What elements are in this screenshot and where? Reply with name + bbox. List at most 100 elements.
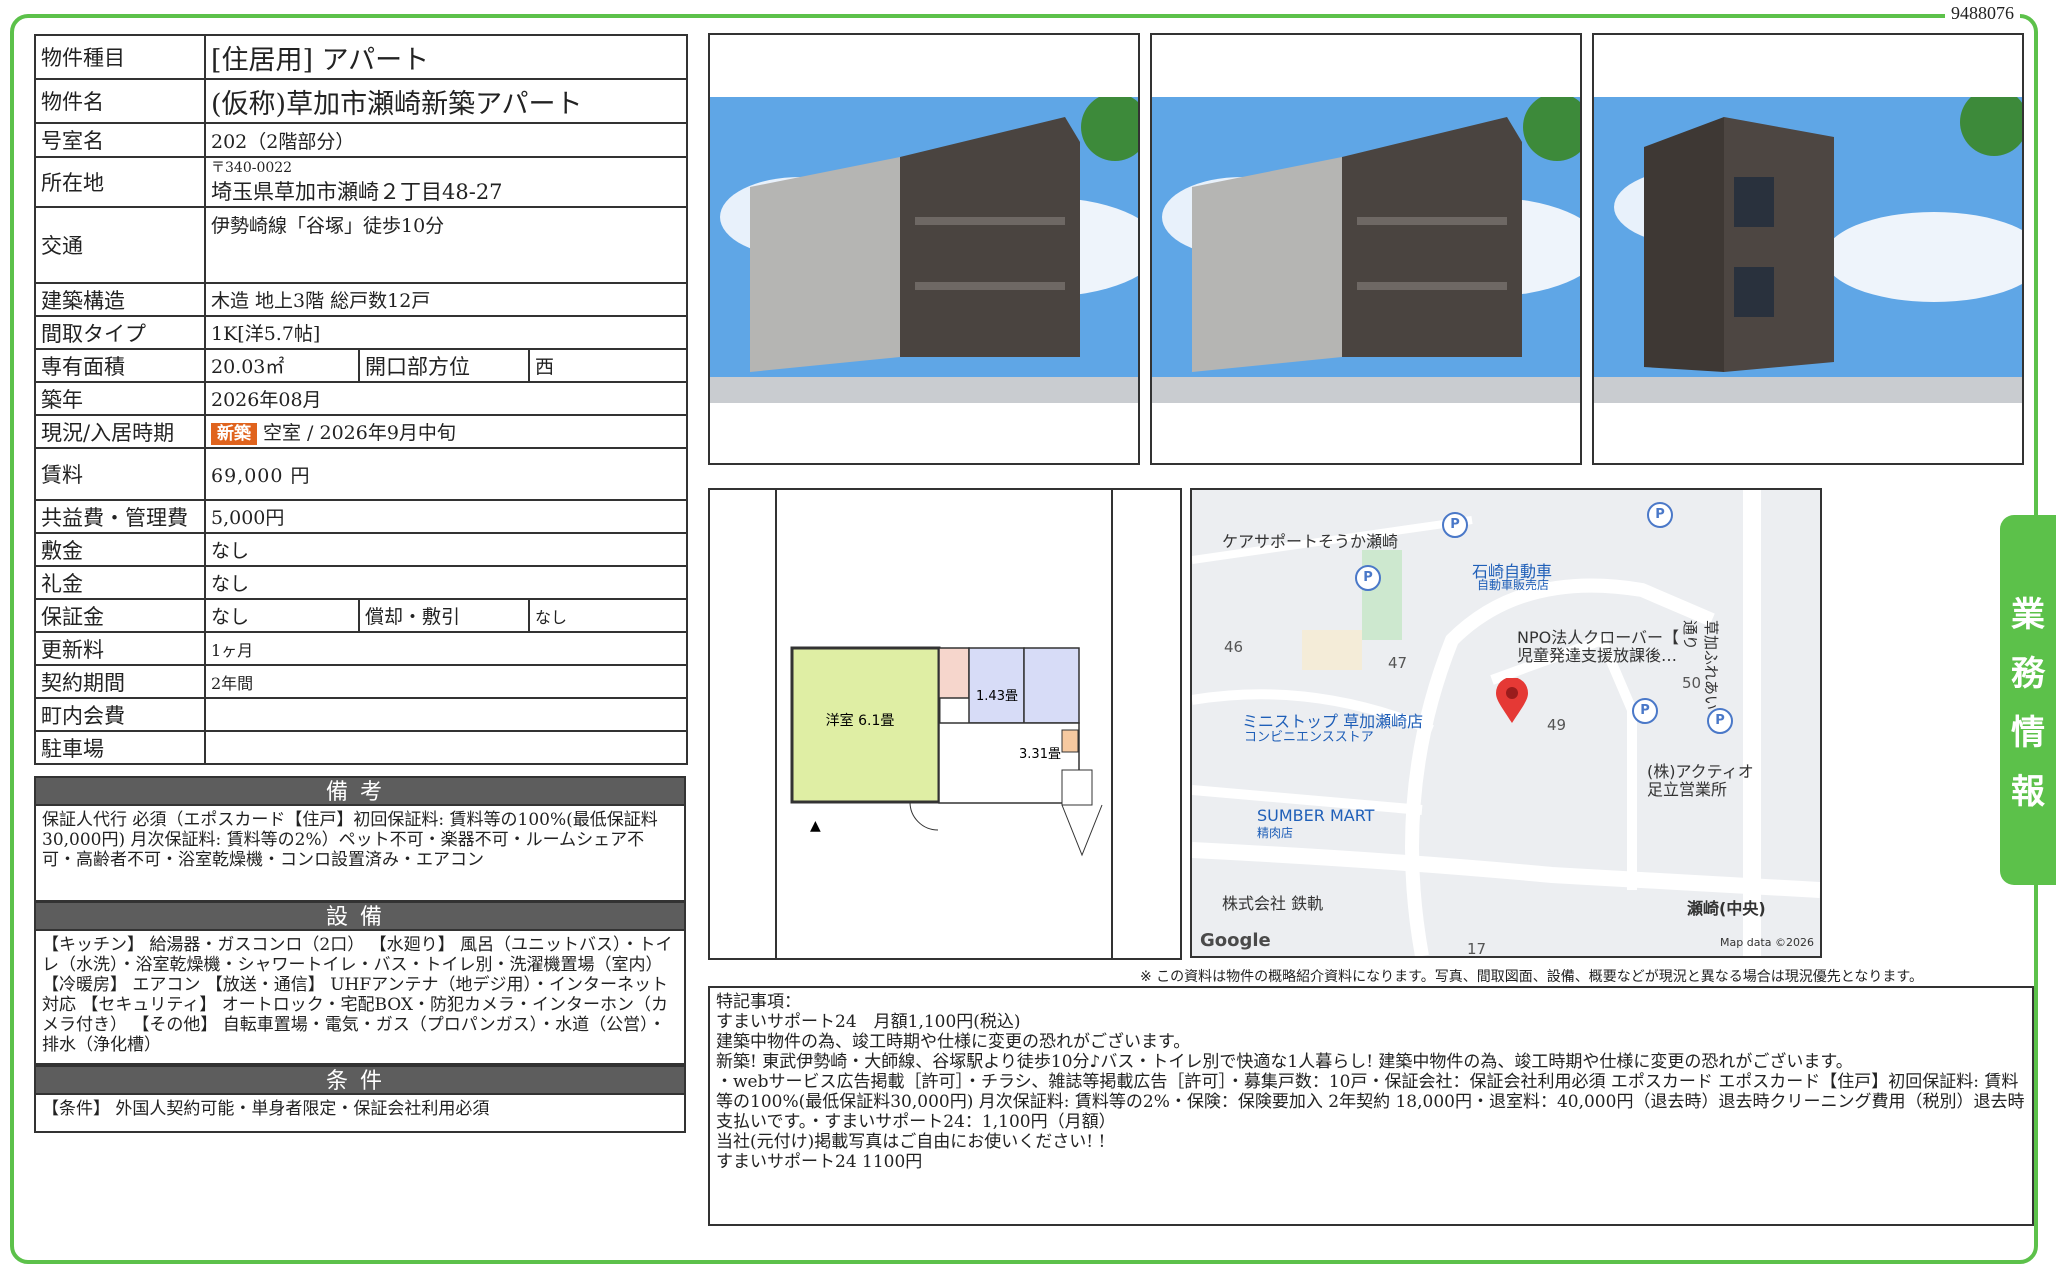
side-tab-char: 務	[2011, 654, 2045, 694]
value-direction: 西	[527, 348, 689, 383]
map-label: 自動車販売店	[1477, 578, 1550, 592]
note-line: 新築! 東武伊勢崎・大師線、谷塚駅より徒歩10分♪バス・トイレ別で快適な1人暮ら…	[716, 1052, 1853, 1072]
label-status: 現況/入居時期	[34, 414, 206, 449]
value-built: 2026年08月	[203, 381, 689, 416]
building-photo-2[interactable]	[1150, 33, 1582, 465]
hall-label: 3.31畳	[1019, 747, 1061, 762]
label-key-money: 礼金	[34, 565, 206, 600]
label-guarantee: 保証金	[34, 598, 206, 633]
map-block-number: 47	[1388, 654, 1408, 672]
building-photo-1[interactable]	[708, 33, 1140, 465]
building-image	[1594, 97, 2022, 403]
value-renewal: 1ヶ月	[203, 631, 689, 666]
map-label: コンビニエンスストア	[1244, 730, 1374, 745]
value-term: 2年間	[203, 664, 689, 699]
floor-plan-drawing: 洋室 6.1畳 1.43畳 3.31畳 ▲	[775, 490, 1113, 958]
map-label: SUMBER MART	[1257, 806, 1375, 825]
note-line: すまいサポート24 1100円	[716, 1152, 923, 1172]
equipment-heading: 設備	[34, 901, 686, 931]
map-block-number: 50	[1682, 674, 1702, 692]
label-name: 物件名	[34, 78, 206, 124]
document-id: 9488076	[1945, 3, 2020, 24]
label-layout: 間取タイプ	[34, 315, 206, 350]
map-label: 児童発達支援放課後…	[1517, 646, 1678, 665]
value-town-fee	[203, 697, 689, 732]
remarks-heading: 備考	[34, 776, 686, 806]
bath-label: 1.43畳	[976, 689, 1018, 704]
remarks-text: 保証人代行 必須（エポスカード【住戸】初回保証料: 賃料等の100%(最低保証料…	[34, 806, 686, 902]
room-label: 洋室 6.1畳	[826, 712, 895, 729]
map-attribution: Map data ©2026	[1720, 936, 1814, 949]
side-tab-char: 報	[2011, 772, 2045, 812]
disclaimer: ※ この資料は物件の概略紹介資料になります。写真、間取図面、設備、概要などが現況…	[1140, 969, 1923, 985]
value-address: 埼玉県草加市瀬崎２丁目48-27	[211, 180, 503, 204]
north-arrow-icon: ▲	[810, 818, 821, 834]
postal-code: 〒340-0022	[211, 160, 293, 176]
conditions-text: 【条件】 外国人契約可能・単身者限定・保証会社利用必須	[34, 1095, 686, 1133]
parking-icon: P	[1647, 502, 1673, 528]
note-line: 建築中物件の為、竣工時期や仕様に変更の恐れがございます。	[716, 1032, 1191, 1052]
note-line: ・webサービス広告掲載［許可］・チラシ、雑誌等掲載広告［許可］・募集戸数：10…	[716, 1072, 2025, 1132]
side-tab-char: 業	[2011, 595, 2045, 635]
map-label: 草加ふれあい通り	[1681, 620, 1720, 711]
special-notes: 特記事項： すまいサポート24 月額1,100円(税込) 建築中物件の為、竣工時…	[708, 986, 2034, 1226]
value-fee: 5,000円	[203, 499, 689, 534]
value-key-money: なし	[203, 565, 689, 600]
map-block-number: 17	[1467, 940, 1487, 958]
building-photo-3[interactable]	[1592, 33, 2024, 465]
value-area: 20.03㎡	[204, 348, 360, 383]
label-direction: 開口部方位	[358, 348, 530, 383]
spec-table: 物件種目 [住居用] アパート 物件名 (仮称)草加市瀬崎新築アパート 号室名 202…	[34, 34, 689, 765]
value-rent: 69,000 円	[203, 447, 689, 501]
location-map[interactable]: ケアサポートそうか瀬崎 石崎自動車 自動車販売店 NPO法人クローバー【 児童発…	[1190, 488, 1822, 958]
equipment-text: 【キッチン】 給湯器・ガスコンロ（2口） 【水廻り】 風呂（ユニットバス）・トイ…	[34, 931, 686, 1065]
label-structure: 建築構造	[34, 282, 206, 317]
map-label: 瀬崎(中央)	[1687, 899, 1766, 918]
location-pin-icon	[1496, 678, 1528, 723]
side-tab[interactable]: 業 務 情 報	[2000, 515, 2056, 885]
value-parking	[203, 730, 689, 765]
label-term: 契約期間	[34, 664, 206, 699]
conditions-heading: 条件	[34, 1065, 686, 1095]
label-type: 物件種目	[34, 34, 206, 80]
label-town-fee: 町内会費	[34, 697, 206, 732]
google-logo: Google	[1200, 930, 1271, 951]
value-guarantee: なし	[204, 598, 360, 633]
label-access: 交通	[34, 206, 206, 284]
map-label: ケアサポートそうか瀬崎	[1222, 532, 1399, 551]
value-amortization: なし	[527, 598, 689, 633]
floor-plan[interactable]: 洋室 6.1畳 1.43畳 3.31畳 ▲	[708, 488, 1182, 960]
label-room: 号室名	[34, 122, 206, 158]
label-area: 専有面積	[34, 348, 206, 383]
map-label: 足立営業所	[1647, 780, 1728, 799]
label-parking: 駐車場	[34, 730, 206, 765]
building-image	[710, 97, 1138, 403]
value-layout: 1K[洋5.7帖]	[203, 315, 689, 350]
map-label: 株式会社 鉄軌	[1222, 894, 1324, 913]
label-renewal: 更新料	[34, 631, 206, 666]
parking-icon: P	[1442, 512, 1468, 538]
side-tab-char: 情	[2011, 713, 2045, 753]
parking-icon: P	[1355, 565, 1381, 591]
new-badge: 新築	[211, 423, 257, 445]
note-line: 特記事項：	[716, 992, 801, 1012]
label-deposit: 敷金	[34, 532, 206, 567]
label-built: 築年	[34, 381, 206, 416]
value-deposit: なし	[203, 532, 689, 567]
note-line: すまいサポート24 月額1,100円(税込)	[716, 1012, 1021, 1032]
value-room: 202（2階部分）	[203, 122, 689, 158]
label-address: 所在地	[34, 156, 206, 208]
value-name: (仮称)草加市瀬崎新築アパート	[203, 78, 689, 124]
map-block-number: 49	[1547, 716, 1567, 734]
parking-icon: P	[1707, 708, 1733, 734]
value-access: 伊勢崎線「谷塚」徒歩10分	[203, 206, 689, 284]
building-image	[1152, 97, 1580, 403]
map-label: 精肉店	[1257, 826, 1294, 840]
value-structure: 木造 地上3階 総戸数12戸	[203, 282, 689, 317]
label-amortization: 償却・敷引	[358, 598, 530, 633]
value-type: [住居用] アパート	[203, 34, 689, 80]
label-fee: 共益費・管理費	[34, 499, 206, 534]
map-block-number: 46	[1224, 638, 1244, 656]
label-rent: 賃料	[34, 447, 206, 501]
value-status: 空室 / 2026年9月中旬	[263, 422, 456, 444]
